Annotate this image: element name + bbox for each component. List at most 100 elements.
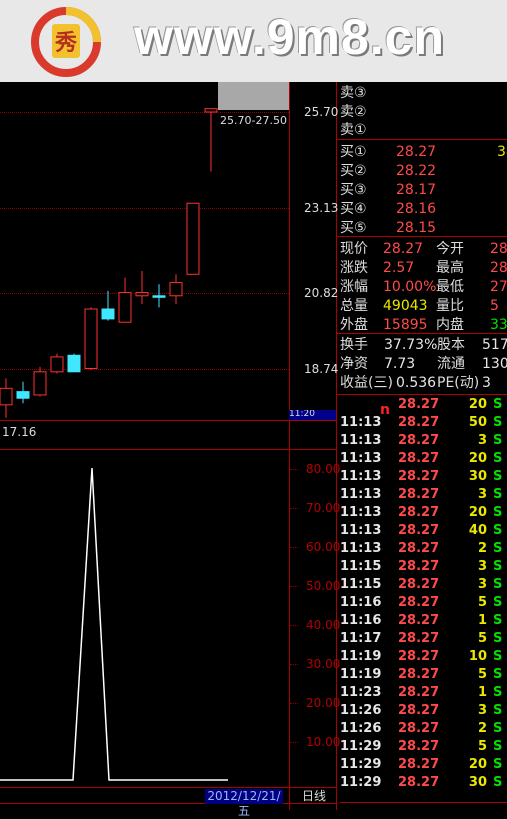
stat-value: 28 bbox=[490, 260, 507, 276]
candle-body[interactable] bbox=[84, 308, 98, 369]
tick-time: 11:15 bbox=[340, 577, 382, 592]
volume-label: 70.00 bbox=[306, 501, 341, 515]
tick-side: S bbox=[493, 739, 503, 754]
tick-price: 28.27 bbox=[398, 559, 440, 574]
tick-volume: 5 bbox=[477, 739, 487, 754]
tick-price: 28.27 bbox=[398, 703, 440, 718]
fund-value: 3 bbox=[482, 375, 491, 391]
stat-value: 49043 bbox=[383, 298, 428, 314]
date-label: 2012/12/21/五 bbox=[205, 789, 283, 818]
stat-label: 外盘 bbox=[340, 317, 368, 333]
tick-side: S bbox=[493, 649, 503, 664]
tick-price: 28.27 bbox=[398, 415, 440, 430]
fund-value: 0.536 bbox=[396, 375, 437, 391]
tick-time: 11:13 bbox=[340, 415, 382, 430]
tick-time: 11:29 bbox=[340, 757, 382, 772]
candle-body[interactable] bbox=[118, 291, 132, 323]
tick-price: 28.27 bbox=[398, 451, 440, 466]
stat-label: 最高 bbox=[436, 260, 464, 276]
kline-chart[interactable] bbox=[0, 82, 289, 420]
tick-volume: 20 bbox=[468, 397, 487, 412]
tick-volume: 5 bbox=[477, 595, 487, 610]
candle-body[interactable] bbox=[169, 282, 183, 297]
tick-volume: 50 bbox=[468, 415, 487, 430]
tick-time: 11:23 bbox=[340, 685, 382, 700]
tick-volume: 5 bbox=[477, 667, 487, 682]
fund-label: PE(动) bbox=[437, 375, 480, 391]
low-label: 17.16 bbox=[2, 425, 37, 439]
candle-body[interactable] bbox=[152, 295, 166, 298]
volume-label: 60.00 bbox=[306, 540, 341, 554]
buy-level-price[interactable]: 28.27 bbox=[396, 143, 436, 161]
candle-body[interactable] bbox=[67, 354, 81, 373]
buy-level-label: 买⑤ bbox=[340, 220, 367, 236]
fund-value: 37.73% bbox=[384, 337, 438, 353]
tick-volume: 3 bbox=[477, 487, 487, 502]
buy-level-price[interactable]: 28.16 bbox=[396, 200, 436, 218]
tick-volume: 20 bbox=[468, 757, 487, 772]
tick-price: 28.27 bbox=[398, 757, 440, 772]
tick-volume: 3 bbox=[477, 559, 487, 574]
tick-time: 11:29 bbox=[340, 775, 382, 790]
tick-side: S bbox=[493, 721, 503, 736]
tick-volume: 3 bbox=[477, 433, 487, 448]
status-line bbox=[0, 803, 337, 804]
candle-body[interactable] bbox=[101, 308, 115, 320]
buy-level-price[interactable]: 28.15 bbox=[396, 219, 436, 237]
tick-price: 28.27 bbox=[398, 613, 440, 628]
tick-side: S bbox=[493, 433, 503, 448]
stat-label: 量比 bbox=[436, 298, 464, 314]
tick-time: 11:29 bbox=[340, 739, 382, 754]
volume-label: 20.00 bbox=[306, 696, 341, 710]
tick-price: 28.27 bbox=[398, 487, 440, 502]
tick-price: 28.27 bbox=[398, 541, 440, 556]
tick-price: 28.27 bbox=[398, 631, 440, 646]
sell-level-label: 卖③ bbox=[340, 85, 367, 101]
stat-label: 涨幅 bbox=[340, 279, 368, 295]
tick-price: 28.27 bbox=[398, 433, 440, 448]
quote-divider bbox=[337, 236, 507, 237]
candle-body[interactable] bbox=[33, 371, 47, 396]
tick-price: 28.27 bbox=[398, 649, 440, 664]
time-stub: 11:20 bbox=[289, 410, 336, 420]
candle-body[interactable] bbox=[186, 202, 200, 275]
stat-value: 28.27 bbox=[383, 241, 424, 257]
tick-time: 11:13 bbox=[340, 469, 382, 484]
buy-level-price[interactable]: 28.22 bbox=[396, 162, 436, 180]
candle-body[interactable] bbox=[16, 391, 30, 399]
tick-price: 28.27 bbox=[398, 775, 440, 790]
tick-side: S bbox=[493, 577, 503, 592]
candle-body[interactable] bbox=[135, 291, 149, 297]
tick-volume: 1 bbox=[477, 613, 487, 628]
volume-chart[interactable] bbox=[0, 450, 289, 787]
volume-bottom-line bbox=[0, 787, 337, 788]
tick-side: S bbox=[493, 451, 503, 466]
tick-side: S bbox=[493, 523, 503, 538]
stat-label: 涨跌 bbox=[340, 260, 368, 276]
tick-side: S bbox=[493, 541, 503, 556]
volume-line bbox=[0, 467, 228, 781]
site-title[interactable]: www.9m8.cn bbox=[134, 8, 445, 66]
tick-price: 28.27 bbox=[398, 469, 440, 484]
tick-time: 11:16 bbox=[340, 613, 382, 628]
tick-volume: 3 bbox=[477, 703, 487, 718]
candle-body[interactable] bbox=[0, 387, 13, 406]
price-label: 18.74 bbox=[304, 362, 339, 376]
tick-time: 11:19 bbox=[340, 667, 382, 682]
volume-label: 10.00 bbox=[306, 735, 341, 749]
tick-volume: 20 bbox=[468, 505, 487, 520]
tick-side: S bbox=[493, 613, 503, 628]
buy-level-price[interactable]: 28.17 bbox=[396, 181, 436, 199]
volume-label: 80.00 bbox=[306, 462, 341, 476]
period-label[interactable]: 日线 bbox=[302, 789, 326, 804]
buy-level-label: 买① bbox=[340, 144, 367, 160]
stat-value: 331 bbox=[490, 317, 507, 333]
marker-n: n bbox=[380, 402, 390, 418]
price-label: 25.70 bbox=[304, 105, 339, 119]
fund-value: 517 bbox=[482, 337, 507, 353]
tick-time: 11:13 bbox=[340, 523, 382, 538]
fund-value: 7.73 bbox=[384, 356, 416, 372]
candle-body[interactable] bbox=[50, 356, 64, 373]
tick-side: S bbox=[493, 595, 503, 610]
candle-body[interactable] bbox=[204, 108, 218, 113]
